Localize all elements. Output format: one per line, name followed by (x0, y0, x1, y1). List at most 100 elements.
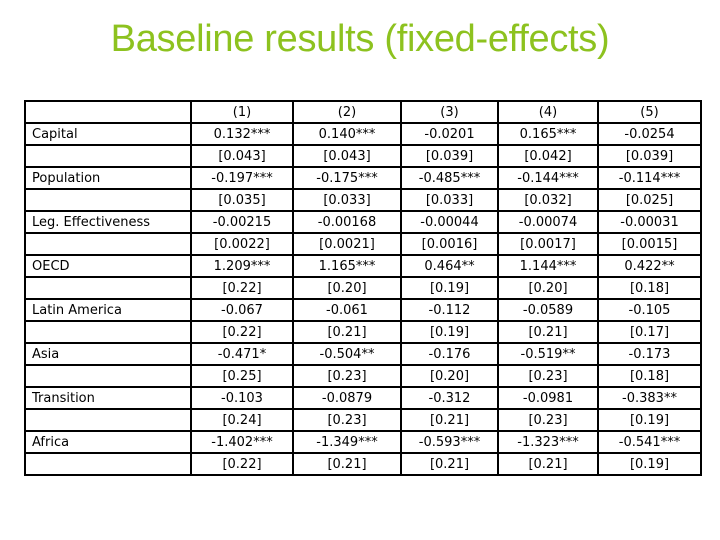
coef-cell: -0.504** (292, 342, 402, 366)
table-row-se-population: [0.035] [0.033] [0.033] [0.032] [0.025] (24, 188, 702, 212)
se-cell: [0.23] (292, 364, 402, 388)
coef-cell: -0.00074 (497, 210, 599, 234)
table-row-se-asia: [0.25] [0.23] [0.20] [0.23] [0.18] (24, 364, 702, 388)
coef-cell: -0.541*** (597, 430, 702, 454)
se-cell: [0.20] (400, 364, 499, 388)
se-cell: [0.22] (190, 276, 294, 300)
coef-cell: -0.144*** (497, 166, 599, 190)
se-cell: [0.043] (190, 144, 294, 168)
row-label: OECD (24, 254, 192, 278)
coef-cell: -0.00168 (292, 210, 402, 234)
coef-cell: -0.103 (190, 386, 294, 410)
row-label-empty (24, 232, 192, 256)
table-row-coef-population: Population -0.197*** -0.175*** -0.485*** -0.… (24, 166, 702, 190)
coef-cell: -0.0981 (497, 386, 599, 410)
coef-cell: -0.061 (292, 298, 402, 322)
row-label: Asia (24, 342, 192, 366)
coef-cell: -0.0879 (292, 386, 402, 410)
se-cell: [0.042] (497, 144, 599, 168)
se-cell: [0.032] (497, 188, 599, 212)
row-label-empty (24, 408, 192, 432)
slide-title: Baseline results (fixed-effects) (110, 18, 610, 60)
table-row-se-oecd: [0.22] [0.20] [0.19] [0.20] [0.18] (24, 276, 702, 300)
row-label-empty (24, 452, 192, 476)
se-cell: [0.033] (292, 188, 402, 212)
coef-cell: 0.132*** (190, 122, 294, 146)
coef-cell: -0.197*** (190, 166, 294, 190)
row-label: Africa (24, 430, 192, 454)
column-header-2: (2) (292, 100, 402, 124)
column-header-5: (5) (597, 100, 702, 124)
table-row-coef-transition: Transition -0.103 -0.0879 -0.312 -0.0981 -0.3… (24, 386, 702, 410)
column-header-4: (4) (497, 100, 599, 124)
se-cell: [0.043] (292, 144, 402, 168)
se-cell: [0.21] (292, 320, 402, 344)
se-cell: [0.0016] (400, 232, 499, 256)
se-cell: [0.22] (190, 320, 294, 344)
se-cell: [0.039] (400, 144, 499, 168)
coef-cell: -0.00044 (400, 210, 499, 234)
coef-cell: -1.349*** (292, 430, 402, 454)
coef-cell: 0.464** (400, 254, 499, 278)
se-cell: [0.0022] (190, 232, 294, 256)
row-label: Transition (24, 386, 192, 410)
coef-cell: -0.112 (400, 298, 499, 322)
coef-cell: -0.176 (400, 342, 499, 366)
se-cell: [0.025] (597, 188, 702, 212)
coef-cell: 0.422** (597, 254, 702, 278)
coef-cell: -0.00031 (597, 210, 702, 234)
row-label-empty (24, 276, 192, 300)
coef-cell: -0.383** (597, 386, 702, 410)
coef-cell: -0.593*** (400, 430, 499, 454)
coef-cell: -0.173 (597, 342, 702, 366)
se-cell: [0.22] (190, 452, 294, 476)
se-cell: [0.21] (400, 408, 499, 432)
coef-cell: -0.312 (400, 386, 499, 410)
table-row-coef-africa: Africa -1.402*** -1.349*** -0.593*** -1.323*… (24, 430, 702, 454)
table-row-se-africa: [0.22] [0.21] [0.21] [0.21] [0.19] (24, 452, 702, 476)
row-label-empty (24, 188, 192, 212)
coef-cell: -0.105 (597, 298, 702, 322)
coef-cell: 0.140*** (292, 122, 402, 146)
se-cell: [0.23] (497, 408, 599, 432)
coef-cell: 1.209*** (190, 254, 294, 278)
coef-cell: -0.175*** (292, 166, 402, 190)
row-label-empty (24, 320, 192, 344)
table-row-coef-capital: Capital 0.132*** 0.140*** -0.0201 0.165*** -0… (24, 122, 702, 146)
column-header-variable (24, 100, 192, 124)
table-row-coef-leg-effectiveness: Leg. Effectiveness -0.00215 -0.00168 -0.000… (24, 210, 702, 234)
row-label-empty (24, 364, 192, 388)
se-cell: [0.19] (400, 276, 499, 300)
coef-cell: 1.144*** (497, 254, 599, 278)
se-cell: [0.23] (497, 364, 599, 388)
se-cell: [0.0021] (292, 232, 402, 256)
table-header-row: (1) (2) (3) (4) (5) (24, 100, 702, 124)
coef-cell: -0.0589 (497, 298, 599, 322)
coef-cell: 1.165*** (292, 254, 402, 278)
se-cell: [0.20] (497, 276, 599, 300)
row-label-empty (24, 144, 192, 168)
table-row-se-leg-effectiveness: [0.0022] [0.0021] [0.0016] [0.0017] [0.0015] (24, 232, 702, 256)
se-cell: [0.21] (497, 452, 599, 476)
se-cell: [0.039] (597, 144, 702, 168)
row-label: Population (24, 166, 192, 190)
row-label: Leg. Effectiveness (24, 210, 192, 234)
coef-cell: -0.519** (497, 342, 599, 366)
table-row-se-transition: [0.24] [0.23] [0.21] [0.23] [0.19] (24, 408, 702, 432)
table-row-se-capital: [0.043] [0.043] [0.039] [0.042] [0.039] (24, 144, 702, 168)
se-cell: [0.033] (400, 188, 499, 212)
se-cell: [0.21] (497, 320, 599, 344)
se-cell: [0.17] (597, 320, 702, 344)
coef-cell: -0.00215 (190, 210, 294, 234)
coef-cell: -1.323*** (497, 430, 599, 454)
se-cell: [0.18] (597, 276, 702, 300)
coef-cell: -0.0201 (400, 122, 499, 146)
row-label: Capital (24, 122, 192, 146)
table-row-coef-asia: Asia -0.471* -0.504** -0.176 -0.519** -0.173 (24, 342, 702, 366)
se-cell: [0.21] (292, 452, 402, 476)
table-row-coef-oecd: OECD 1.209*** 1.165*** 0.464** 1.144*** 0.422… (24, 254, 702, 278)
se-cell: [0.0015] (597, 232, 702, 256)
coef-cell: -0.067 (190, 298, 294, 322)
coef-cell: -0.471* (190, 342, 294, 366)
row-label: Latin America (24, 298, 192, 322)
